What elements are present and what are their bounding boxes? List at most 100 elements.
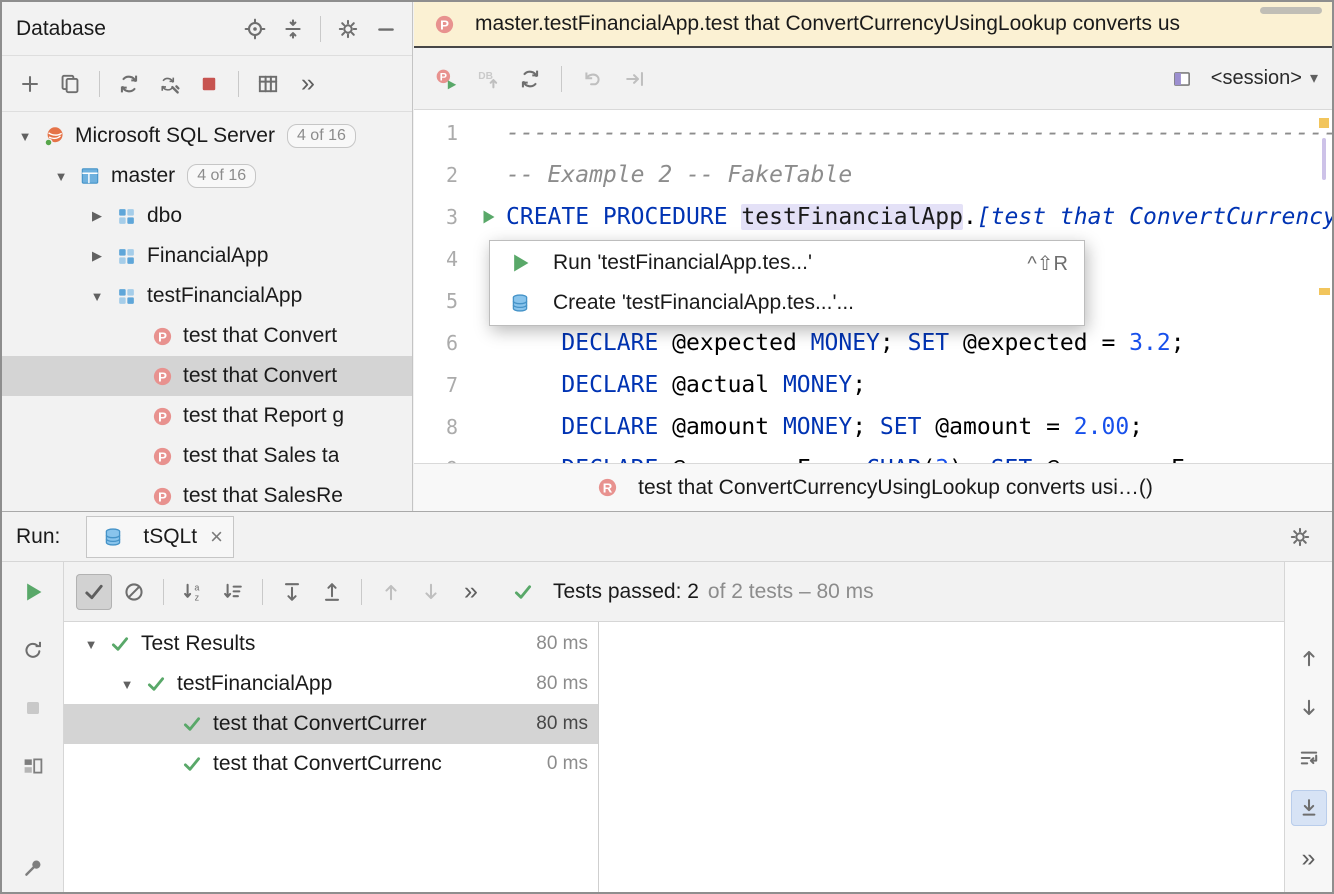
expand-arrow[interactable]: ▼ <box>82 289 112 304</box>
settings-gear-icon[interactable] <box>330 11 366 47</box>
svg-text:P: P <box>158 409 167 424</box>
more-icon[interactable]: » <box>1291 840 1327 876</box>
code-line: 3CREATE PROCEDURE testFinancialApp.[test… <box>414 196 1332 238</box>
database-tree-row[interactable]: Ptest that SalesRe <box>2 476 412 511</box>
line-number: 7 <box>414 373 470 397</box>
scroll-up-icon[interactable] <box>1291 640 1327 676</box>
expand-arrow[interactable]: ▶ <box>82 208 112 224</box>
code-text[interactable]: -- Example 2 -- FakeTable <box>506 162 1332 188</box>
test-tree-row[interactable]: test that ConvertCurrenc0 ms <box>64 744 598 784</box>
code-text[interactable]: DECLARE @amount MONEY; SET @amount = 2.0… <box>506 414 1332 440</box>
show-ignored-icon[interactable] <box>116 574 152 610</box>
expand-arrow[interactable]: ▼ <box>76 637 106 652</box>
database-tree-row[interactable]: ▼Microsoft SQL Server4 of 16 <box>2 116 412 156</box>
database-tree-row[interactable]: ▶dbo <box>2 196 412 236</box>
disconnect-icon[interactable] <box>191 66 227 102</box>
expand-arrow[interactable]: ▼ <box>10 129 40 144</box>
dbcyl-icon <box>506 290 534 316</box>
toolbar-divider <box>99 71 100 97</box>
line-number: 8 <box>414 415 470 439</box>
collapse-all-icon[interactable] <box>314 574 350 610</box>
database-tree-row[interactable]: Ptest that Sales ta <box>2 436 412 476</box>
code-line: 7 DECLARE @actual MONEY; <box>414 364 1332 406</box>
database-tree-row[interactable]: Ptest that Convert <box>2 356 412 396</box>
test-tree-row[interactable]: ▼testFinancialApp80 ms <box>64 664 598 704</box>
sort-by-duration-icon[interactable] <box>215 574 251 610</box>
tests-status: Tests passed: 2 of 2 tests – 80 ms <box>509 579 874 605</box>
more-icon[interactable]: » <box>453 574 489 610</box>
open-data-editor-icon[interactable] <box>250 66 286 102</box>
scroll-down-icon[interactable] <box>1291 690 1327 726</box>
session-selector[interactable]: <session> ▾ <box>1168 66 1318 92</box>
close-icon[interactable]: × <box>210 526 223 548</box>
settings-gear-icon[interactable] <box>1282 519 1318 555</box>
more-icon[interactable]: » <box>290 66 326 102</box>
menu-item-label: Run 'testFinancialApp.tes...' <box>553 251 812 275</box>
database-tree-row[interactable]: ▶FinancialApp <box>2 236 412 276</box>
soft-wrap-icon[interactable] <box>1291 740 1327 776</box>
hide-panel-icon[interactable] <box>368 11 404 47</box>
database-panel: Database » ▼Microsoft SQL Server4 of 16▼… <box>2 2 413 511</box>
expand-all-icon[interactable] <box>274 574 310 610</box>
svg-text:P: P <box>158 369 167 384</box>
restore-layout-icon[interactable] <box>15 748 51 784</box>
stop-icon[interactable] <box>15 690 51 726</box>
code-text[interactable]: DECLARE @currencyFrom CHAR(3); SET @curr… <box>506 456 1332 463</box>
sort-alphabetically-icon[interactable]: az <box>175 574 211 610</box>
editor-toolbar: PDB <session> ▾ <box>414 48 1332 110</box>
new-item-icon[interactable] <box>12 66 48 102</box>
sync-ddl-icon[interactable] <box>151 66 187 102</box>
database-tree-row-label: test that Convert <box>183 324 337 348</box>
test-tree-row-label: Test Results <box>141 632 255 656</box>
database-tree-row[interactable]: Ptest that Convert <box>2 316 412 356</box>
routine-icon: R <box>593 475 621 501</box>
refresh-icon[interactable] <box>512 61 548 97</box>
code-text[interactable]: DECLARE @expected MONEY; SET @expected =… <box>506 330 1332 356</box>
database-tree-row-label: Microsoft SQL Server <box>75 124 275 148</box>
refresh-icon[interactable] <box>111 66 147 102</box>
error-stripe <box>1318 110 1332 463</box>
expand-arrow[interactable]: ▼ <box>46 169 76 184</box>
run-configuration-bar[interactable]: P master.testFinancialApp.test that Conv… <box>414 2 1332 48</box>
database-tree-row[interactable]: ▼testFinancialApp <box>2 276 412 316</box>
code-text[interactable]: CREATE PROCEDURE testFinancialApp.[test … <box>506 204 1332 230</box>
rerun-icon[interactable] <box>15 632 51 668</box>
collapse-tree-icon[interactable] <box>275 11 311 47</box>
database-icon <box>99 524 127 550</box>
code-text[interactable]: ----------------------------------------… <box>506 120 1332 146</box>
previous-failed-test-icon[interactable] <box>373 574 409 610</box>
tab-tsqlt[interactable]: tSQLt × <box>86 516 234 558</box>
database-tree-row-label: test that SalesRe <box>183 484 343 508</box>
submit-changes-icon[interactable]: DB <box>470 61 506 97</box>
run-line-marker[interactable] <box>470 207 506 227</box>
test-output-pane <box>599 622 1284 892</box>
menu-item-create[interactable]: Create 'testFinancialApp.tes...'... <box>490 283 1084 323</box>
database-tree-row-label: test that Report g <box>183 404 344 428</box>
database-toolbar: » <box>2 56 412 112</box>
database-tree-row[interactable]: Ptest that Report g <box>2 396 412 436</box>
pin-tab-icon[interactable] <box>15 850 51 886</box>
database-tree-row[interactable]: ▼master4 of 16 <box>2 156 412 196</box>
show-passed-icon[interactable] <box>76 574 112 610</box>
test-tree-row[interactable]: ▼Test Results80 ms <box>64 624 598 664</box>
menu-item-run[interactable]: Run 'testFinancialApp.tes...'^⇧R <box>490 243 1084 283</box>
next-failed-test-icon[interactable] <box>413 574 449 610</box>
test-tree-row[interactable]: test that ConvertCurrer80 ms <box>64 704 598 744</box>
undo-icon[interactable] <box>575 61 611 97</box>
toolbar-divider <box>262 579 263 605</box>
editor-status-text: test that ConvertCurrencyUsingLookup con… <box>638 476 1153 500</box>
scroll-to-end-icon[interactable] <box>1291 790 1327 826</box>
more-icon: » <box>301 71 315 96</box>
jump-to-console-icon[interactable] <box>617 61 653 97</box>
code-text[interactable]: DECLARE @actual MONEY; <box>506 372 1332 398</box>
check-icon <box>178 711 206 737</box>
execute-routine-icon[interactable]: P <box>428 61 464 97</box>
duration-label: 80 ms <box>536 713 598 735</box>
duplicate-icon[interactable] <box>52 66 88 102</box>
test-tree-row-label: testFinancialApp <box>177 672 332 696</box>
rerun-tests-icon[interactable] <box>15 574 51 610</box>
expand-arrow[interactable]: ▶ <box>82 248 112 264</box>
expand-arrow[interactable]: ▼ <box>112 677 142 692</box>
horizontal-scrollbar[interactable] <box>1260 7 1322 14</box>
locate-object-icon[interactable] <box>237 11 273 47</box>
